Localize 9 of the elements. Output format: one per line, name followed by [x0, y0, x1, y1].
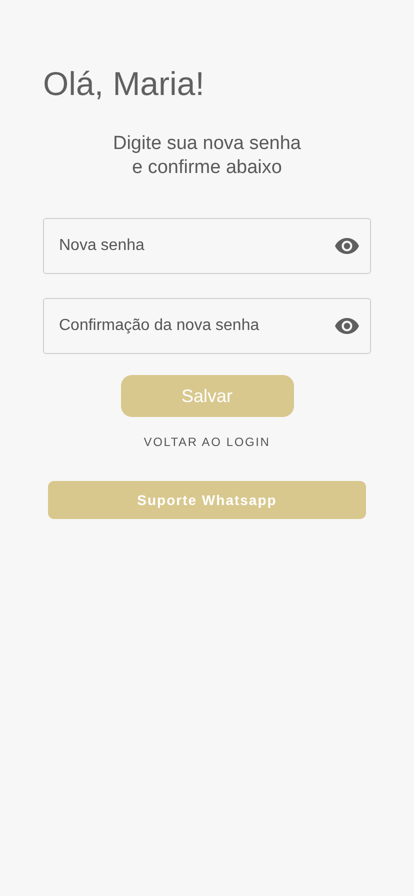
instructions-text: Digite sua nova senha e confirme abaixo	[112, 132, 301, 180]
save-button[interactable]: Salvar	[120, 375, 294, 417]
support-button[interactable]: Suporte Whatsapp	[48, 481, 366, 519]
eye-icon[interactable]	[335, 318, 359, 334]
eye-icon[interactable]	[335, 238, 359, 254]
password-field[interactable]: Confirmação da nova senha	[43, 298, 371, 354]
back-to-login-link[interactable]: VOLTAR AO LOGIN	[144, 435, 270, 449]
greeting-title: Olá, Maria!	[43, 64, 204, 104]
password-field[interactable]: Nova senha	[43, 218, 371, 274]
